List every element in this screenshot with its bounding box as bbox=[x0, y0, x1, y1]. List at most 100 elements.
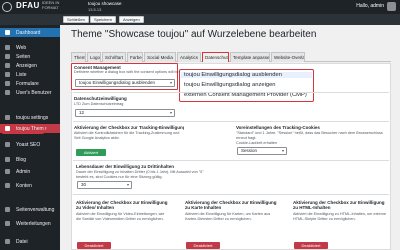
storage-field-label: LTD Zum Datenschutzeintrag bbox=[74, 102, 124, 106]
map-consent-title: Aktivierung der Checkbox zur Einwilligun… bbox=[185, 200, 277, 210]
view-button[interactable]: Anzeigen bbox=[119, 16, 144, 23]
consent-select[interactable]: toujou Einwilligungsdialog ausblenden ▾ bbox=[75, 79, 175, 87]
sidebar-item-blog[interactable]: Blog bbox=[0, 155, 60, 164]
sidebar-item-konten[interactable]: Konten bbox=[0, 181, 60, 190]
sidebar-item-toujou-settings[interactable]: toujou settings bbox=[0, 113, 60, 122]
video-consent-description: Aktiviert die Einwilligung für Video-Ein… bbox=[76, 212, 165, 221]
video-consent-toggle-button[interactable]: Deaktiviert bbox=[77, 242, 111, 249]
tab-font[interactable]: Schriftart bbox=[102, 52, 126, 62]
tracking-toggle-button[interactable]: Aktiviert bbox=[76, 149, 106, 156]
map-consent-toggle-button[interactable]: Deaktiviert bbox=[186, 242, 220, 249]
map-consent-description: Aktiviert die Einwilligung für Karten, u… bbox=[185, 212, 271, 221]
tab-theme[interactable]: Theme bbox=[71, 52, 86, 62]
dashboard-icon bbox=[5, 30, 10, 35]
tab-bar: Theme Logo Schriftart Farbe Social Media… bbox=[71, 52, 391, 62]
storage-months-value: 12 bbox=[79, 110, 85, 115]
web-icon bbox=[5, 45, 10, 50]
storage-title: Datenschutzeinwilligung bbox=[74, 96, 127, 101]
section-divider bbox=[73, 194, 389, 195]
thirdparty-description: Dauer der Einwilligung zu Inhalten Dritt… bbox=[76, 170, 204, 179]
section-divider bbox=[73, 160, 389, 161]
pages-icon bbox=[5, 54, 10, 59]
cookie-duration-select[interactable]: Session ▾ bbox=[237, 147, 287, 155]
blog-icon bbox=[5, 157, 10, 162]
users-icon bbox=[5, 90, 10, 95]
chevron-down-icon: ▾ bbox=[169, 80, 172, 85]
action-bar: Schließen Speichern Anzeigen bbox=[0, 14, 400, 25]
thirdparty-duration-select[interactable]: 30 ▾ bbox=[77, 181, 132, 189]
sidebar-item-seitenverwaltung[interactable]: Seitenverwaltung bbox=[0, 205, 60, 214]
sidebar-item-yoast-seo[interactable]: Yoast SEO bbox=[0, 140, 60, 149]
tab-logo[interactable]: Logo bbox=[87, 52, 101, 62]
option-hide-dialog[interactable]: toujou Einwilligungsdialog ausblenden bbox=[181, 72, 312, 78]
brand-tagline: IDEEN IN FORMAT bbox=[42, 0, 60, 10]
save-button[interactable]: Speichern bbox=[90, 16, 117, 23]
sidebar-item-label: Formulare bbox=[16, 80, 39, 87]
option-show-dialog[interactable]: toujou Einwilligungsdialog anzeigen bbox=[184, 82, 276, 88]
section-divider bbox=[73, 121, 389, 122]
html-consent-title: Aktivierung der Checkbox zur Einwilligun… bbox=[293, 200, 385, 210]
user-greeting[interactable]: Hallo, admin bbox=[356, 3, 384, 9]
tab-analytics[interactable]: Analytics bbox=[177, 52, 201, 62]
storage-months-input[interactable]: 12 ▾ bbox=[75, 109, 175, 117]
tab-datenschutz[interactable]: Datenschutz bbox=[202, 52, 229, 62]
admin-icon bbox=[5, 169, 10, 174]
page-title: Theme "Showcase toujou" auf Wurzelebene … bbox=[71, 29, 317, 40]
thirdparty-title: Lebensdauer der Einwilligung zu Drittinh… bbox=[76, 164, 175, 169]
file-icon bbox=[5, 239, 10, 244]
sidebar-item-label: Web bbox=[16, 44, 27, 51]
sidebar-item-view[interactable]: Anzeigen bbox=[0, 61, 60, 70]
sidebar-item-list[interactable]: Liste bbox=[0, 70, 60, 79]
sidebar-item-label: Liste bbox=[16, 71, 27, 78]
tab-website-overlay[interactable]: Website-Overlay bbox=[271, 52, 305, 62]
sidebar-item-label: User's Benutzer bbox=[16, 89, 52, 96]
chevron-down-icon: ▾ bbox=[281, 148, 284, 153]
view-icon bbox=[5, 63, 10, 68]
cookie-description: "Standard" und 1 Jahre. "Session" heißt,… bbox=[236, 131, 383, 140]
settings-icon bbox=[5, 115, 10, 120]
html-consent-toggle-button[interactable]: Deaktiviert bbox=[294, 242, 328, 249]
sidebar-item-label: Konten bbox=[16, 182, 32, 189]
tab-social-media[interactable]: Social Media bbox=[144, 52, 176, 62]
sidebar-item-label: Anzeigen bbox=[16, 62, 37, 69]
sidebar-item-redirects[interactable]: Weiterleitungen bbox=[0, 219, 60, 228]
tab-color[interactable]: Farbe bbox=[127, 52, 143, 62]
wordpress-logo-icon[interactable] bbox=[2, 2, 12, 12]
sidebar-item-label: Dashboard bbox=[16, 29, 41, 36]
sidebar-item-web[interactable]: Web bbox=[0, 43, 60, 52]
sidebar-item-pages[interactable]: Seiten bbox=[0, 52, 60, 61]
cookie-field-label: Cookie-Laufzeit erhalten bbox=[236, 141, 278, 145]
sidebar-item-label: Blog bbox=[16, 156, 27, 163]
sidebar-item-users[interactable]: User's Benutzer bbox=[0, 88, 60, 97]
html-consent-description: Aktiviert die Einwilligung zu HTML-Inhal… bbox=[293, 212, 387, 221]
chevron-down-icon: ▾ bbox=[169, 110, 172, 115]
sidebar-item-admin[interactable]: Admin bbox=[0, 167, 60, 176]
tracking-title: Aktivierung der Checkbox zur Tracking-Ei… bbox=[74, 125, 184, 130]
sidebar-item-dashboard[interactable]: Dashboard bbox=[0, 28, 60, 37]
sidebar-item-label: Datei bbox=[16, 238, 28, 245]
consent-select-value: toujou Einwilligungsdialog ausblenden bbox=[79, 80, 156, 85]
sidebar-item-label: Weiterleitungen bbox=[16, 220, 51, 227]
consent-dropdown: toujou Einwilligungsdialog ausblenden to… bbox=[179, 69, 314, 102]
section-divider bbox=[73, 92, 389, 93]
sidebar-item-file[interactable]: Datei bbox=[0, 237, 60, 246]
tab-template[interactable]: Template anpassen bbox=[230, 52, 270, 62]
chevron-down-icon: ▾ bbox=[126, 182, 129, 187]
accounts-icon bbox=[5, 183, 10, 188]
forms-icon bbox=[5, 81, 10, 86]
sidebar-item-label: Yoast SEO bbox=[16, 141, 41, 148]
admin-bar: DFAU IDEEN IN FORMAT toujou showcase 13.… bbox=[0, 0, 400, 14]
cookie-duration-value: Session bbox=[241, 148, 258, 153]
active-menu-highlight bbox=[1, 124, 45, 134]
video-consent-title: Aktivierung der Checkbox zur Einwilligun… bbox=[76, 200, 168, 210]
avatar[interactable] bbox=[387, 2, 396, 11]
site-title[interactable]: toujou showcase bbox=[88, 1, 122, 6]
sidebar-item-label: toujou settings bbox=[16, 114, 49, 121]
redirect-icon bbox=[5, 221, 10, 226]
brand-logo[interactable]: DFAU bbox=[16, 1, 40, 10]
list-icon bbox=[5, 72, 10, 77]
close-button[interactable]: Schließen bbox=[63, 16, 89, 23]
sidebar-item-forms[interactable]: Formulare bbox=[0, 79, 60, 88]
sidebar-item-label: Seiten bbox=[16, 53, 31, 60]
admin-sidebar: Dashboard Web Seiten Anzeigen Liste Form… bbox=[0, 25, 60, 250]
